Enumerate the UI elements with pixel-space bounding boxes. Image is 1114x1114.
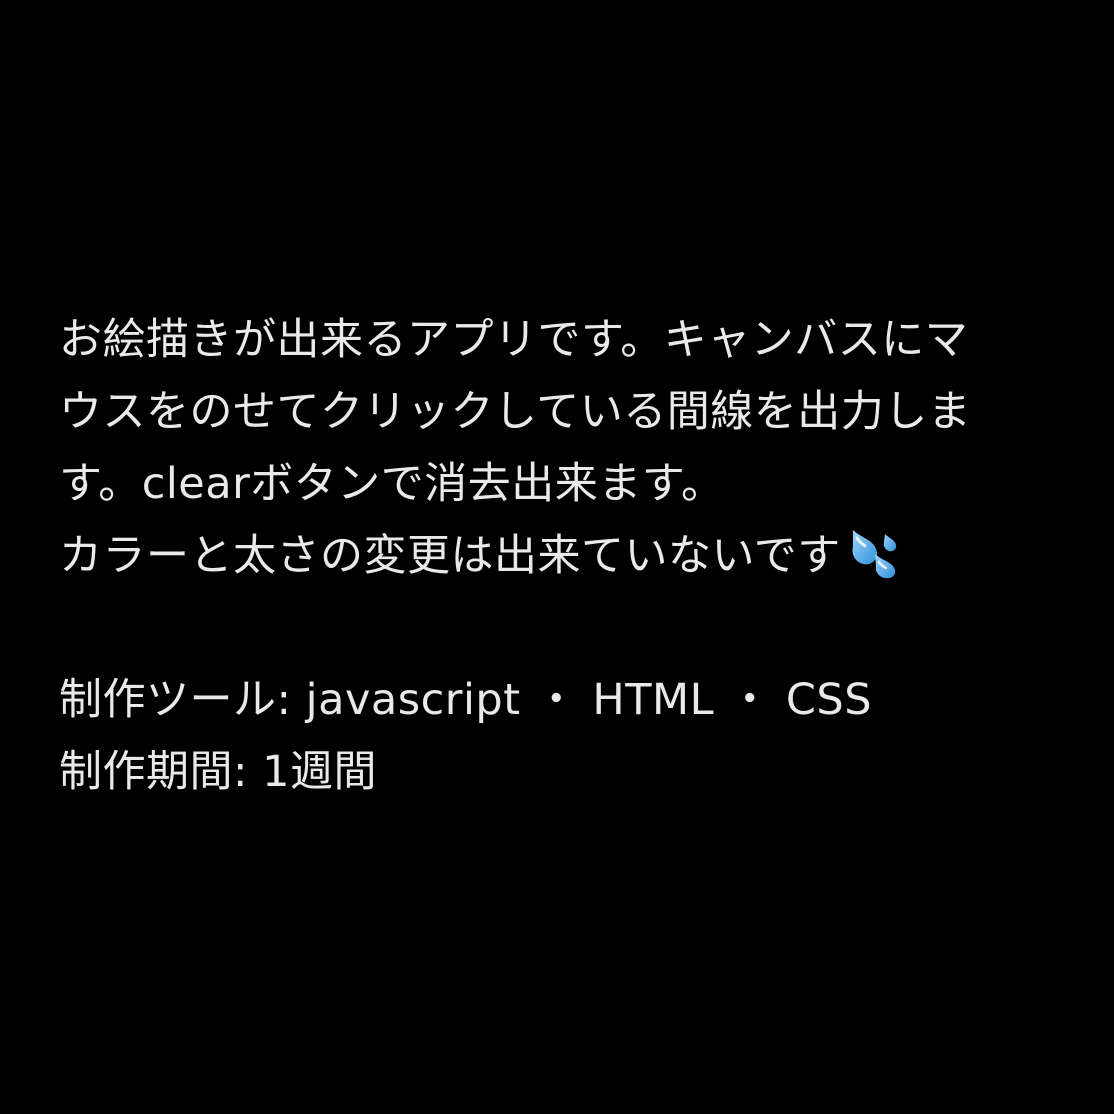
description-line-2: ウスをのせてクリックしている間線を出力しま [59, 387, 972, 437]
limitation-note-text: カラーと太さの変更は出来ていないです [59, 531, 841, 581]
period-line: 制作期間: 1週間 [59, 747, 378, 797]
app-description: お絵描きが出来るアプリです。キャンバスにマ ウスをのせてクリックしている間線を出… [59, 304, 1069, 808]
description-line-3: す。clearボタンで消去出来ます。 [59, 459, 725, 509]
tools-line: 制作ツール: javascript ・ HTML ・ CSS [59, 675, 873, 725]
description-line-1: お絵描きが出来るアプリです。キャンバスにマ [59, 315, 969, 365]
sweat-droplets-icon [845, 524, 901, 580]
page: お絵描きが出来るアプリです。キャンバスにマ ウスをのせてクリックしている間線を出… [0, 0, 1114, 1114]
limitation-note: カラーと太さの変更は出来ていないです [59, 520, 1069, 592]
